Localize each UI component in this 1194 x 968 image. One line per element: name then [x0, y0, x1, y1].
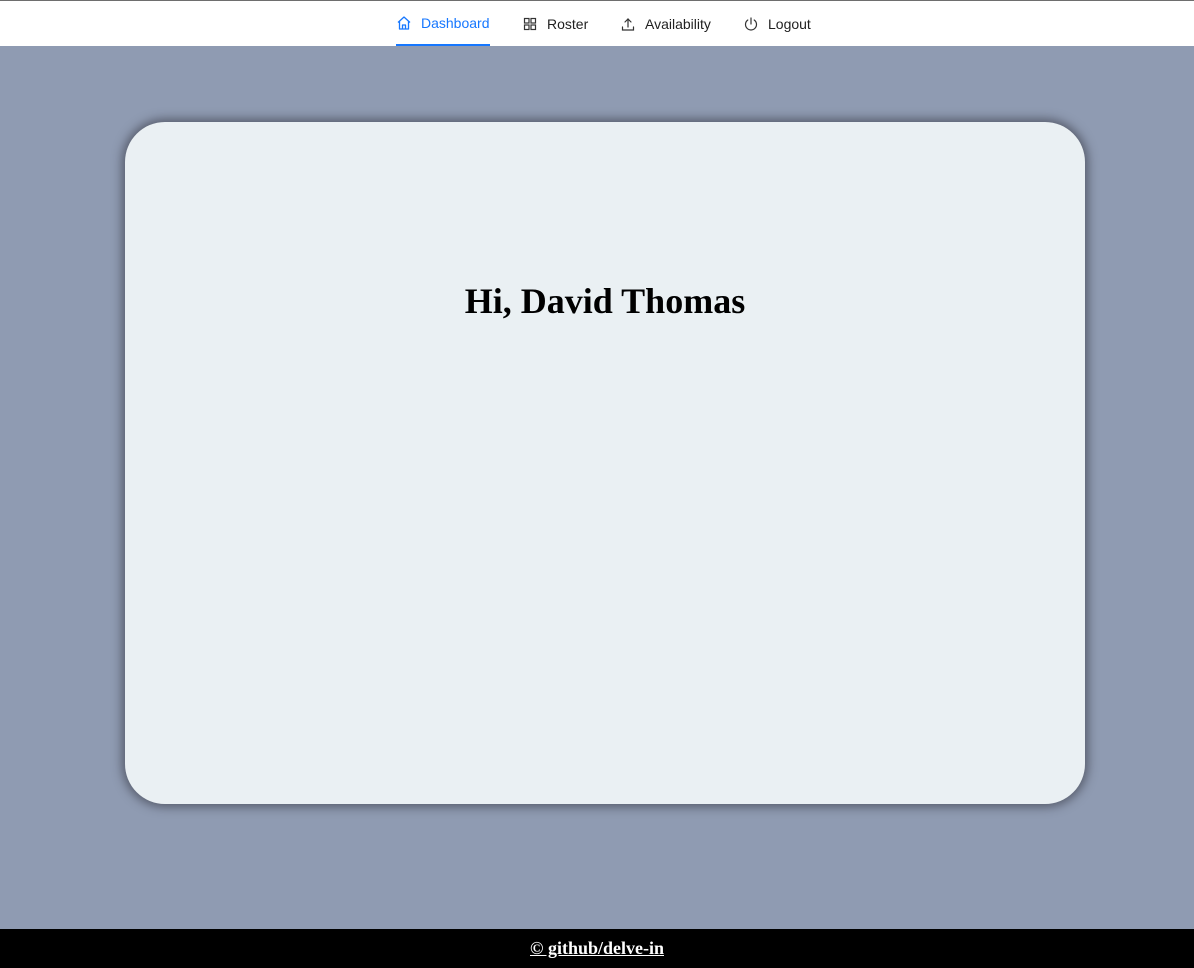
- home-icon: [396, 15, 412, 31]
- nav-item-label: Dashboard: [421, 14, 490, 31]
- nav-item-label: Roster: [547, 15, 589, 32]
- footer: © github/delve-in: [0, 929, 1194, 968]
- top-navigation: Dashboard Roster Availability Logout: [0, 0, 1194, 46]
- upload-icon: [620, 16, 636, 32]
- nav-item-dashboard[interactable]: Dashboard: [396, 1, 490, 46]
- power-icon: [743, 16, 759, 32]
- dashboard-card: Hi, David Thomas: [125, 122, 1085, 804]
- nav-item-roster[interactable]: Roster: [522, 1, 588, 46]
- nav-item-label: Logout: [768, 15, 811, 32]
- footer-link[interactable]: © github/delve-in: [530, 938, 664, 959]
- nav-item-availability[interactable]: Availability: [620, 1, 711, 46]
- grid-icon: [522, 16, 538, 32]
- nav-item-label: Availability: [645, 15, 711, 32]
- greeting-heading: Hi, David Thomas: [464, 281, 746, 321]
- nav-item-logout[interactable]: Logout: [743, 1, 811, 46]
